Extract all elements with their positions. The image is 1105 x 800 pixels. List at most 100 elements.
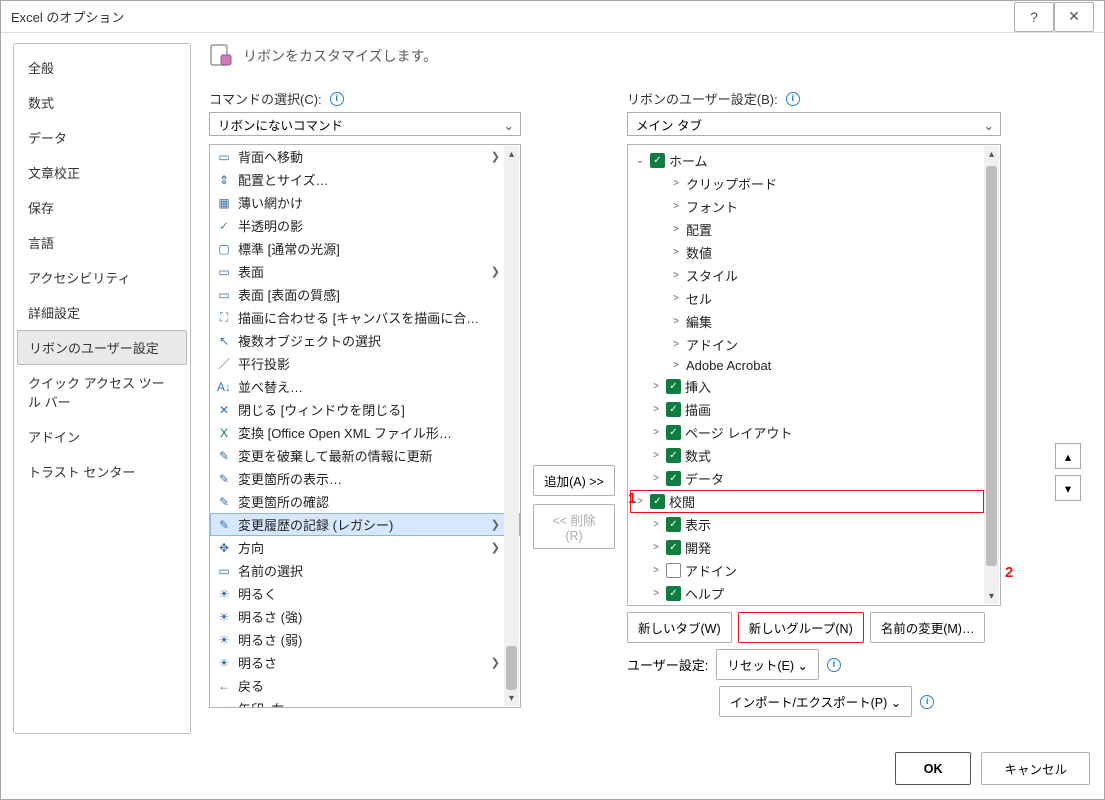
tree-item[interactable]: 開発: [630, 536, 998, 559]
sidebar-item[interactable]: 全般: [14, 50, 190, 85]
command-item[interactable]: ☀明るさ❯: [210, 651, 520, 674]
expand-icon[interactable]: [670, 224, 682, 235]
scroll-up-icon[interactable]: ▴: [984, 146, 999, 162]
expand-icon[interactable]: [650, 427, 662, 438]
info-icon[interactable]: i: [330, 92, 344, 106]
command-item[interactable]: ▭表面 [表面の質感]: [210, 283, 520, 306]
sidebar-item[interactable]: 数式: [14, 85, 190, 120]
expand-icon[interactable]: [650, 473, 662, 484]
tree-item[interactable]: Adobe Acrobat: [630, 356, 998, 375]
sidebar-item[interactable]: データ: [14, 120, 190, 155]
sidebar-item[interactable]: アドイン: [14, 419, 190, 454]
command-item[interactable]: ▭名前の選択: [210, 559, 520, 582]
ribbon-tabs-combo[interactable]: メイン タブ ⌄: [627, 112, 1001, 136]
help-icon[interactable]: ?: [1014, 2, 1054, 32]
sidebar-item[interactable]: 詳細設定: [14, 295, 190, 330]
checkbox[interactable]: [666, 425, 681, 440]
expand-icon[interactable]: [670, 270, 682, 281]
checkbox[interactable]: [666, 540, 681, 555]
tree-item[interactable]: データ: [630, 467, 998, 490]
scroll-down-icon[interactable]: ▾: [984, 588, 999, 604]
move-down-button[interactable]: ▾: [1055, 475, 1081, 501]
checkbox[interactable]: [666, 379, 681, 394]
checkbox[interactable]: [666, 448, 681, 463]
command-item[interactable]: ／平行投影: [210, 352, 520, 375]
tree-item[interactable]: クリップボード: [630, 172, 998, 195]
reset-button[interactable]: リセット(E) ⌄: [716, 649, 819, 680]
expand-icon[interactable]: [650, 565, 662, 576]
info-icon[interactable]: i: [920, 695, 934, 709]
scroll-down-icon[interactable]: ▾: [504, 690, 519, 706]
expand-icon[interactable]: [670, 201, 682, 212]
command-item[interactable]: ⇨矢印: 右: [210, 697, 520, 708]
new-tab-button[interactable]: 新しいタブ(W): [627, 612, 732, 643]
expand-icon[interactable]: [670, 360, 682, 371]
ribbon-tree[interactable]: ホームクリップボードフォント配置数値スタイルセル編集アドインAdobe Acro…: [627, 144, 1001, 606]
tree-item[interactable]: Acrobat: [630, 605, 998, 606]
expand-icon[interactable]: [670, 316, 682, 327]
checkbox[interactable]: [666, 563, 681, 578]
tree-item[interactable]: 描画: [630, 398, 998, 421]
command-item[interactable]: ☀明るさ (強): [210, 605, 520, 628]
checkbox[interactable]: [666, 586, 681, 601]
tree-item[interactable]: セル: [630, 287, 998, 310]
command-item[interactable]: ✎変更を破棄して最新の情報に更新: [210, 444, 520, 467]
command-item[interactable]: ↖複数オブジェクトの選択: [210, 329, 520, 352]
sidebar-item[interactable]: トラスト センター: [14, 454, 190, 489]
checkbox[interactable]: [666, 517, 681, 532]
expand-icon[interactable]: [670, 293, 682, 304]
new-group-button[interactable]: 新しいグループ(N): [738, 612, 864, 643]
command-item[interactable]: ☀明るく: [210, 582, 520, 605]
command-item[interactable]: ✥方向❯: [210, 536, 520, 559]
import-export-button[interactable]: インポート/エクスポート(P) ⌄: [719, 686, 912, 717]
expand-icon[interactable]: [670, 247, 682, 258]
tree-item[interactable]: 挿入: [630, 375, 998, 398]
tree-item[interactable]: 編集: [630, 310, 998, 333]
tree-item[interactable]: アドイン: [630, 333, 998, 356]
expand-icon[interactable]: [650, 450, 662, 461]
close-icon[interactable]: ✕: [1054, 2, 1094, 32]
sidebar-item[interactable]: アクセシビリティ: [14, 260, 190, 295]
checkbox[interactable]: [650, 153, 665, 168]
scroll-up-icon[interactable]: ▴: [504, 146, 519, 162]
expand-icon[interactable]: [650, 381, 662, 392]
info-icon[interactable]: i: [786, 92, 800, 106]
scrollbar[interactable]: ▴ ▾: [984, 146, 999, 604]
tree-item[interactable]: スタイル: [630, 264, 998, 287]
command-item[interactable]: ✕閉じる [ウィンドウを閉じる]: [210, 398, 520, 421]
choose-commands-combo[interactable]: リボンにないコマンド ⌄: [209, 112, 521, 136]
tree-item[interactable]: 数式: [630, 444, 998, 467]
tree-item[interactable]: アドイン: [630, 559, 998, 582]
command-item[interactable]: X変換 [Office Open XML ファイル形…: [210, 421, 520, 444]
expand-icon[interactable]: [650, 519, 662, 530]
command-item[interactable]: ⛶描画に合わせる [キャンバスを描画に合…: [210, 306, 520, 329]
command-item[interactable]: ✎変更箇所の確認: [210, 490, 520, 513]
checkbox[interactable]: [650, 494, 665, 509]
scroll-thumb[interactable]: [506, 646, 517, 690]
expand-icon[interactable]: [650, 588, 662, 599]
expand-icon[interactable]: [650, 542, 662, 553]
cancel-button[interactable]: キャンセル: [981, 752, 1090, 785]
sidebar-item[interactable]: 文章校正: [14, 155, 190, 190]
command-item[interactable]: ☀明るさ (弱): [210, 628, 520, 651]
checkbox[interactable]: [666, 402, 681, 417]
command-item[interactable]: ▭表面❯: [210, 260, 520, 283]
collapse-icon[interactable]: [634, 155, 646, 166]
sidebar-item[interactable]: リボンのユーザー設定: [17, 330, 187, 365]
tree-item[interactable]: 数値: [630, 241, 998, 264]
scrollbar[interactable]: ▴ ▾: [504, 146, 519, 706]
checkbox[interactable]: [666, 471, 681, 486]
command-item[interactable]: ⇕配置とサイズ…: [210, 168, 520, 191]
command-item[interactable]: A↓並べ替え…: [210, 375, 520, 398]
tree-item[interactable]: ヘルプ: [630, 582, 998, 605]
tree-item[interactable]: 表示: [630, 513, 998, 536]
ok-button[interactable]: OK: [895, 752, 972, 785]
tree-item[interactable]: ページ レイアウト: [630, 421, 998, 444]
sidebar-item[interactable]: 言語: [14, 225, 190, 260]
sidebar-item[interactable]: クイック アクセス ツール バー: [14, 365, 190, 419]
info-icon[interactable]: i: [827, 658, 841, 672]
tree-item[interactable]: フォント: [630, 195, 998, 218]
command-item[interactable]: ▢標準 [通常の光源]: [210, 237, 520, 260]
command-item[interactable]: ✓半透明の影: [210, 214, 520, 237]
commands-listbox[interactable]: ▭背面へ移動❯⇕配置とサイズ…▦薄い網かけ✓半透明の影▢標準 [通常の光源]▭表…: [209, 144, 521, 708]
